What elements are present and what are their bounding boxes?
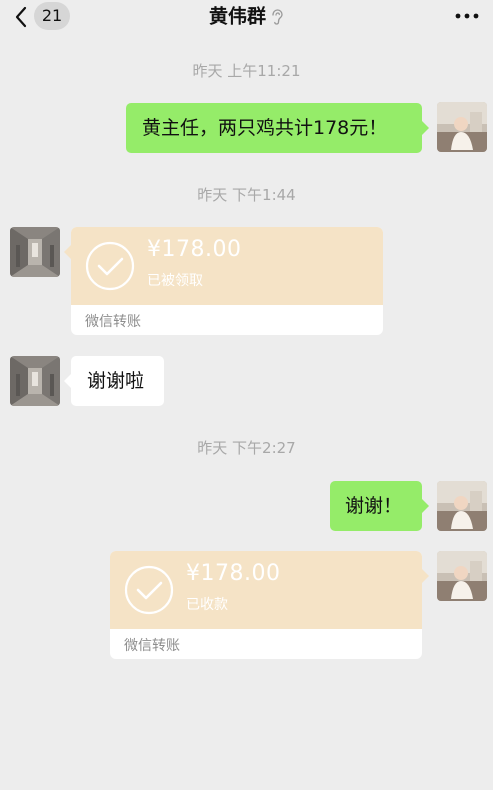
my-avatar[interactable] <box>437 481 487 531</box>
chat-header: 21 黄伟群 <box>0 0 493 34</box>
transfer-footer: 微信转账 <box>124 638 180 654</box>
chat-title-area: 黄伟群 <box>0 0 493 34</box>
transfer-status: 已被领取 <box>147 273 203 289</box>
message-text: 谢谢啦 <box>87 370 145 392</box>
transfer-amount: ¥178.00 <box>186 561 281 586</box>
more-icon[interactable] <box>453 6 481 26</box>
contact-avatar[interactable] <box>10 356 60 406</box>
bubble-tail <box>64 374 71 388</box>
chat-title: 黄伟群 <box>208 5 266 28</box>
transfer-status: 已收款 <box>186 597 228 613</box>
my-avatar[interactable] <box>437 551 487 601</box>
transfer-card-collected[interactable]: ¥178.00 已收款 微信转账 <box>110 551 422 659</box>
message-text: 黄主任，两只鸡共计178元！ <box>142 117 388 139</box>
check-circle-icon <box>85 241 135 291</box>
ear-icon <box>272 8 283 25</box>
transfer-amount: ¥178.00 <box>147 237 242 262</box>
my-avatar[interactable] <box>437 102 487 152</box>
timestamp: 昨天 上午11:21 <box>192 62 301 80</box>
bubble-tail <box>64 245 71 259</box>
timestamp: 昨天 下午1:44 <box>197 186 296 204</box>
check-circle-icon <box>124 565 174 615</box>
message-text: 谢谢！ <box>345 495 403 517</box>
outgoing-message-bubble[interactable]: 黄主任，两只鸡共计178元！ <box>126 103 422 153</box>
transfer-card-received[interactable]: ¥178.00 已被领取 微信转账 <box>71 227 383 335</box>
contact-avatar[interactable] <box>10 227 60 277</box>
transfer-footer: 微信转账 <box>85 314 141 330</box>
timestamp: 昨天 下午2:27 <box>197 439 296 457</box>
bubble-tail <box>422 121 429 135</box>
bubble-tail <box>422 569 429 583</box>
bubble-tail <box>422 499 429 513</box>
incoming-message-bubble[interactable]: 谢谢啦 <box>71 356 164 406</box>
outgoing-message-bubble[interactable]: 谢谢！ <box>330 481 422 531</box>
